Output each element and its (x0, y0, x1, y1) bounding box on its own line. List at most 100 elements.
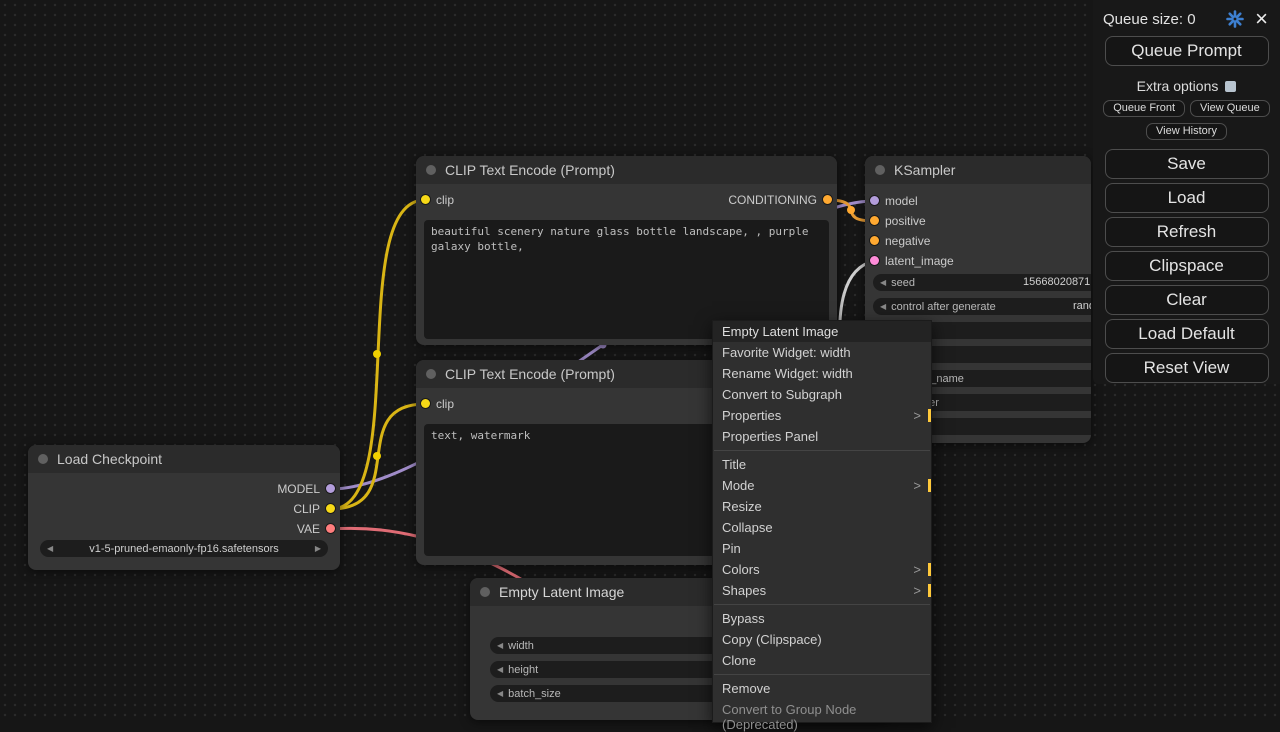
menu-item-bypass[interactable]: Bypass (713, 608, 931, 629)
submenu-arrow-icon: > (913, 583, 921, 598)
clear-button[interactable]: Clear (1105, 285, 1269, 315)
control-after-generate-widget[interactable]: ◀ control after generate randomize (873, 298, 1091, 315)
slot-label: latent_image (885, 254, 954, 268)
menu-item-remove[interactable]: Remove (713, 678, 931, 699)
output-slot-model[interactable]: MODEL (28, 481, 340, 497)
slot-label: negative (885, 234, 930, 248)
output-slot-conditioning[interactable]: CONDITIONING (416, 192, 837, 208)
refresh-button[interactable]: Refresh (1105, 217, 1269, 247)
menu-item-pin[interactable]: Pin (713, 538, 931, 559)
conditioning-output-dot[interactable] (823, 195, 832, 204)
slot-label: MODEL (277, 482, 320, 496)
node-load-checkpoint[interactable]: Load Checkpoint MODEL CLIP VAE ◀ v1-5-pr… (28, 445, 340, 570)
menu-item-title[interactable]: Title (713, 454, 931, 475)
menu-item-convert-to-group-node[interactable]: Convert to Group Node (Deprecated) (713, 699, 931, 720)
widget-value: randomize (1073, 300, 1091, 312)
node-header[interactable]: CLIP Text Encode (Prompt) (416, 156, 837, 184)
ckpt-name-widget[interactable]: ◀ v1-5-pruned-emaonly-fp16.safetensors ▶ (40, 540, 328, 557)
model-output-dot[interactable] (326, 484, 335, 493)
submenu-marker (928, 563, 931, 576)
node-header[interactable]: KSampler (865, 156, 1091, 184)
left-arrow-icon[interactable]: ◀ (497, 666, 503, 674)
view-queue-button[interactable]: View Queue (1190, 100, 1270, 117)
wire-dot (373, 350, 381, 358)
negative-input-dot[interactable] (870, 236, 879, 245)
menu-separator (714, 450, 930, 451)
widget-label: control after generate (891, 301, 996, 313)
collapse-dot-icon[interactable] (480, 587, 490, 597)
submenu-arrow-icon: > (913, 562, 921, 577)
submenu-arrow-icon: > (913, 478, 921, 493)
gear-icon[interactable] (1226, 10, 1244, 28)
left-arrow-icon[interactable]: ◀ (497, 690, 503, 698)
slot-label: model (885, 194, 918, 208)
menu-separator (714, 604, 930, 605)
left-arrow-icon[interactable]: ◀ (47, 545, 53, 553)
menu-item-convert-to-subgraph[interactable]: Convert to Subgraph (713, 384, 931, 405)
collapse-dot-icon[interactable] (875, 165, 885, 175)
model-input-dot[interactable] (870, 196, 879, 205)
collapse-dot-icon[interactable] (426, 165, 436, 175)
view-history-button[interactable]: View History (1146, 123, 1227, 140)
menu-item-properties-panel[interactable]: Properties Panel (713, 426, 931, 447)
widget-label: width (508, 640, 534, 652)
left-arrow-icon[interactable]: ◀ (497, 642, 503, 650)
node-header[interactable]: Load Checkpoint (28, 445, 340, 473)
positive-input-dot[interactable] (870, 216, 879, 225)
load-button[interactable]: Load (1105, 183, 1269, 213)
queue-size-label: Queue size: 0 (1103, 11, 1226, 28)
input-slot-model[interactable]: model (865, 193, 1091, 209)
output-slot-vae[interactable]: VAE (28, 521, 340, 537)
clipspace-button[interactable]: Clipspace (1105, 251, 1269, 281)
latent-input-dot[interactable] (870, 256, 879, 265)
close-icon[interactable]: × (1255, 11, 1268, 27)
clip-input-dot[interactable] (421, 399, 430, 408)
menu-item-clone[interactable]: Clone (713, 650, 931, 671)
wire-dot (373, 452, 381, 460)
slot-label: CONDITIONING (728, 193, 817, 207)
reset-view-button[interactable]: Reset View (1105, 353, 1269, 383)
save-button[interactable]: Save (1105, 149, 1269, 179)
menu-item-shapes[interactable]: Shapes > (713, 580, 931, 601)
slot-label: CLIP (293, 502, 320, 516)
collapse-dot-icon[interactable] (426, 369, 436, 379)
widget-label: seed (891, 277, 915, 289)
load-default-button[interactable]: Load Default (1105, 319, 1269, 349)
menu-item-colors[interactable]: Colors > (713, 559, 931, 580)
graph-canvas[interactable]: Load Checkpoint MODEL CLIP VAE ◀ v1-5-pr… (0, 0, 1280, 720)
left-arrow-icon[interactable]: ◀ (880, 279, 886, 287)
extra-options-label: Extra options (1137, 78, 1219, 94)
submenu-marker (928, 584, 931, 597)
ckpt-name-value: v1-5-pruned-emaonly-fp16.safetensors (58, 543, 310, 555)
menu-item-collapse[interactable]: Collapse (713, 517, 931, 538)
menu-item-label: Properties (722, 408, 781, 423)
seed-widget[interactable]: ◀ seed 15668020871 (873, 274, 1091, 291)
menu-item-mode[interactable]: Mode > (713, 475, 931, 496)
menu-item-properties[interactable]: Properties > (713, 405, 931, 426)
node-title: CLIP Text Encode (Prompt) (445, 162, 615, 178)
clip-output-dot[interactable] (326, 504, 335, 513)
context-menu-header: Empty Latent Image (713, 321, 931, 342)
node-clip-text-encode-positive[interactable]: CLIP Text Encode (Prompt) clip CONDITION… (416, 156, 837, 345)
queue-front-button[interactable]: Queue Front (1103, 100, 1185, 117)
menu-item-copy-clipspace[interactable]: Copy (Clipspace) (713, 629, 931, 650)
left-arrow-icon[interactable]: ◀ (880, 303, 886, 311)
input-slot-positive[interactable]: positive (865, 213, 1091, 229)
vae-output-dot[interactable] (326, 524, 335, 533)
extra-options-checkbox[interactable] (1225, 81, 1236, 92)
output-slot-clip[interactable]: CLIP (28, 501, 340, 517)
input-slot-negative[interactable]: negative (865, 233, 1091, 249)
menu-item-label: Mode (722, 478, 755, 493)
menu-item-rename-widget[interactable]: Rename Widget: width (713, 363, 931, 384)
slot-label: VAE (297, 522, 320, 536)
right-arrow-icon[interactable]: ▶ (315, 545, 321, 553)
submenu-arrow-icon: > (913, 408, 921, 423)
queue-prompt-button[interactable]: Queue Prompt (1105, 36, 1269, 66)
submenu-marker (928, 409, 931, 422)
input-slot-latent-image[interactable]: latent_image (865, 253, 1091, 269)
menu-item-resize[interactable]: Resize (713, 496, 931, 517)
collapse-dot-icon[interactable] (38, 454, 48, 464)
wire-dot (847, 206, 855, 214)
widget-label: height (508, 664, 538, 676)
menu-item-favorite-widget[interactable]: Favorite Widget: width (713, 342, 931, 363)
